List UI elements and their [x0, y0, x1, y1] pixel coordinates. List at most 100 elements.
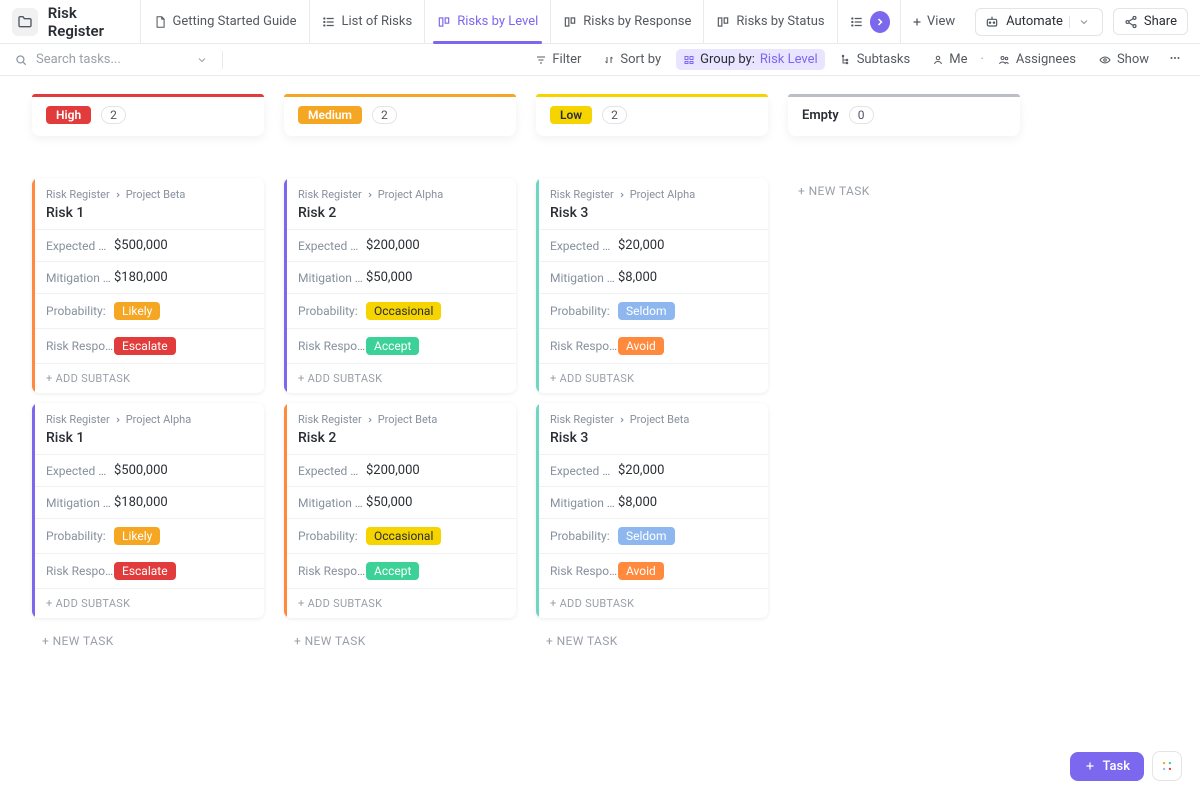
card-header: Risk RegisterProject BetaRisk 1	[32, 178, 264, 229]
view-tabs: Getting Started Guide List of Risks Risks …	[140, 0, 866, 44]
grid-icon	[1160, 759, 1174, 773]
task-card[interactable]: Risk RegisterProject AlphaRisk 3Expected…	[536, 178, 768, 393]
probability-tag: Occasional	[366, 527, 441, 545]
field-probability: Probability:Occasional	[284, 518, 516, 553]
search-icon	[14, 53, 28, 67]
filter-button[interactable]: Filter	[528, 49, 588, 70]
chevron-right-icon	[114, 416, 122, 424]
response-tag: Accept	[366, 337, 419, 355]
sort-label: Sort by	[620, 52, 661, 67]
chevron-right-icon	[366, 416, 374, 424]
task-card[interactable]: Risk RegisterProject AlphaRisk 1Expected…	[32, 403, 264, 618]
filter-label: Filter	[552, 52, 581, 67]
fab-task-label: Task	[1102, 759, 1130, 774]
probability-tag: Likely	[114, 302, 160, 320]
response-tag: Escalate	[114, 337, 176, 355]
column-header[interactable]: High2	[32, 94, 264, 136]
show-label: Show	[1117, 52, 1149, 67]
tab-label: Risks by Level	[457, 14, 538, 29]
tab-getting-started-guide[interactable]: Getting Started Guide	[140, 0, 309, 44]
fab-wrap: Task	[1070, 751, 1182, 781]
sort-button[interactable]: Sort by	[596, 49, 668, 70]
field-expected-cost: Expected Cost$20,000	[536, 454, 768, 486]
toolbar: Filter Sort by Group by: Risk Level Subt…	[0, 44, 1200, 76]
card-title: Risk 1	[46, 205, 250, 221]
task-card[interactable]: Risk RegisterProject BetaRisk 1Expected …	[32, 178, 264, 393]
sort-icon	[603, 54, 615, 66]
tab-costs-of[interactable]: Costs of	[837, 0, 866, 44]
chevron-right-icon	[874, 16, 886, 28]
new-task-button[interactable]: + NEW TASK	[32, 628, 264, 654]
subtasks-button[interactable]: Subtasks	[833, 49, 918, 70]
breadcrumb: Risk RegisterProject Beta	[298, 413, 502, 426]
add-subtask-button[interactable]: + ADD SUBTASK	[284, 363, 516, 393]
tab-risks-by-status[interactable]: Risks by Status	[703, 0, 836, 44]
field-risk-response: Risk ResponseEscalate	[32, 328, 264, 363]
column-high: High2 Risk RegisterProject BetaRisk 1Expe…	[32, 94, 264, 654]
card-title: Risk 2	[298, 430, 502, 446]
column-label-pill: Medium	[298, 106, 362, 124]
field-risk-response: Risk ResponseAccept	[284, 553, 516, 588]
response-tag: Escalate	[114, 562, 176, 580]
add-subtask-button[interactable]: + ADD SUBTASK	[32, 588, 264, 618]
column-header[interactable]: Medium2	[284, 94, 516, 136]
add-subtask-button[interactable]: + ADD SUBTASK	[32, 363, 264, 393]
column-medium: Medium2 Risk RegisterProject AlphaRisk 2E…	[284, 94, 516, 654]
add-subtask-button[interactable]: + ADD SUBTASK	[536, 588, 768, 618]
assignees-button[interactable]: Assignees	[990, 49, 1083, 70]
folder-icon	[17, 14, 33, 30]
add-view-label: View	[927, 14, 955, 29]
field-mitigation-cost: Mitigation Cost$180,000	[32, 261, 264, 293]
new-task-button[interactable]: + NEW TASK	[284, 628, 516, 654]
apps-fab[interactable]	[1152, 751, 1182, 781]
field-probability: Probability:Likely	[32, 518, 264, 553]
more-button[interactable]	[1164, 48, 1186, 72]
chevron-right-icon	[366, 191, 374, 199]
group-by-button[interactable]: Group by: Risk Level	[676, 49, 825, 70]
field-probability: Probability:Occasional	[284, 293, 516, 328]
share-button[interactable]: Share	[1113, 8, 1188, 35]
folder-button[interactable]	[12, 8, 38, 36]
new-task-button[interactable]: + NEW TASK	[788, 178, 1020, 204]
probability-tag: Likely	[114, 527, 160, 545]
new-task-fab[interactable]: Task	[1070, 752, 1144, 781]
column-label-pill: Low	[550, 106, 592, 124]
task-card[interactable]: Risk RegisterProject BetaRisk 3Expected …	[536, 403, 768, 618]
board-icon	[563, 15, 577, 29]
show-button[interactable]: Show	[1091, 49, 1156, 70]
field-expected-cost: Expected Cost$200,000	[284, 229, 516, 261]
add-subtask-button[interactable]: + ADD SUBTASK	[284, 588, 516, 618]
tab-scroll-right[interactable]	[870, 11, 890, 33]
new-task-button[interactable]: + NEW TASK	[536, 628, 768, 654]
tab-risks-by-response[interactable]: Risks by Response	[550, 0, 703, 44]
add-subtask-button[interactable]: + ADD SUBTASK	[536, 363, 768, 393]
breadcrumb: Risk RegisterProject Alpha	[550, 188, 754, 201]
robot-icon	[984, 14, 1000, 30]
list-icon	[850, 15, 864, 29]
column-header[interactable]: Empty0	[788, 94, 1020, 136]
eye-icon	[1098, 54, 1112, 66]
probability-tag: Occasional	[366, 302, 441, 320]
board: High2Risk RegisterProject BetaRisk 1Expe…	[0, 76, 1200, 672]
automate-button[interactable]: Automate	[975, 8, 1103, 36]
search-input[interactable]	[36, 52, 176, 67]
tab-list-of-risks[interactable]: List of Risks	[309, 0, 425, 44]
card-header: Risk RegisterProject AlphaRisk 2	[284, 178, 516, 229]
filter-icon	[535, 54, 547, 66]
field-risk-response: Risk ResponseEscalate	[32, 553, 264, 588]
add-view-button[interactable]: View	[900, 0, 965, 44]
column-header[interactable]: Low2	[536, 94, 768, 136]
me-button[interactable]: Me	[925, 49, 974, 70]
task-card[interactable]: Risk RegisterProject BetaRisk 2Expected …	[284, 403, 516, 618]
page-title: Risk Register	[48, 4, 130, 40]
field-probability: Probability:Seldom	[536, 293, 768, 328]
field-risk-response: Risk ResponseAvoid	[536, 553, 768, 588]
search-expand[interactable]	[196, 54, 208, 66]
field-risk-response: Risk ResponseAccept	[284, 328, 516, 363]
field-mitigation-cost: Mitigation Cost$50,000	[284, 261, 516, 293]
tab-risks-by-level[interactable]: Risks by Level	[424, 0, 550, 44]
task-card[interactable]: Risk RegisterProject AlphaRisk 2Expected…	[284, 178, 516, 393]
field-mitigation-cost: Mitigation Cost$50,000	[284, 486, 516, 518]
tab-label: Getting Started Guide	[173, 14, 297, 29]
field-expected-cost: Expected Cost$500,000	[32, 229, 264, 261]
